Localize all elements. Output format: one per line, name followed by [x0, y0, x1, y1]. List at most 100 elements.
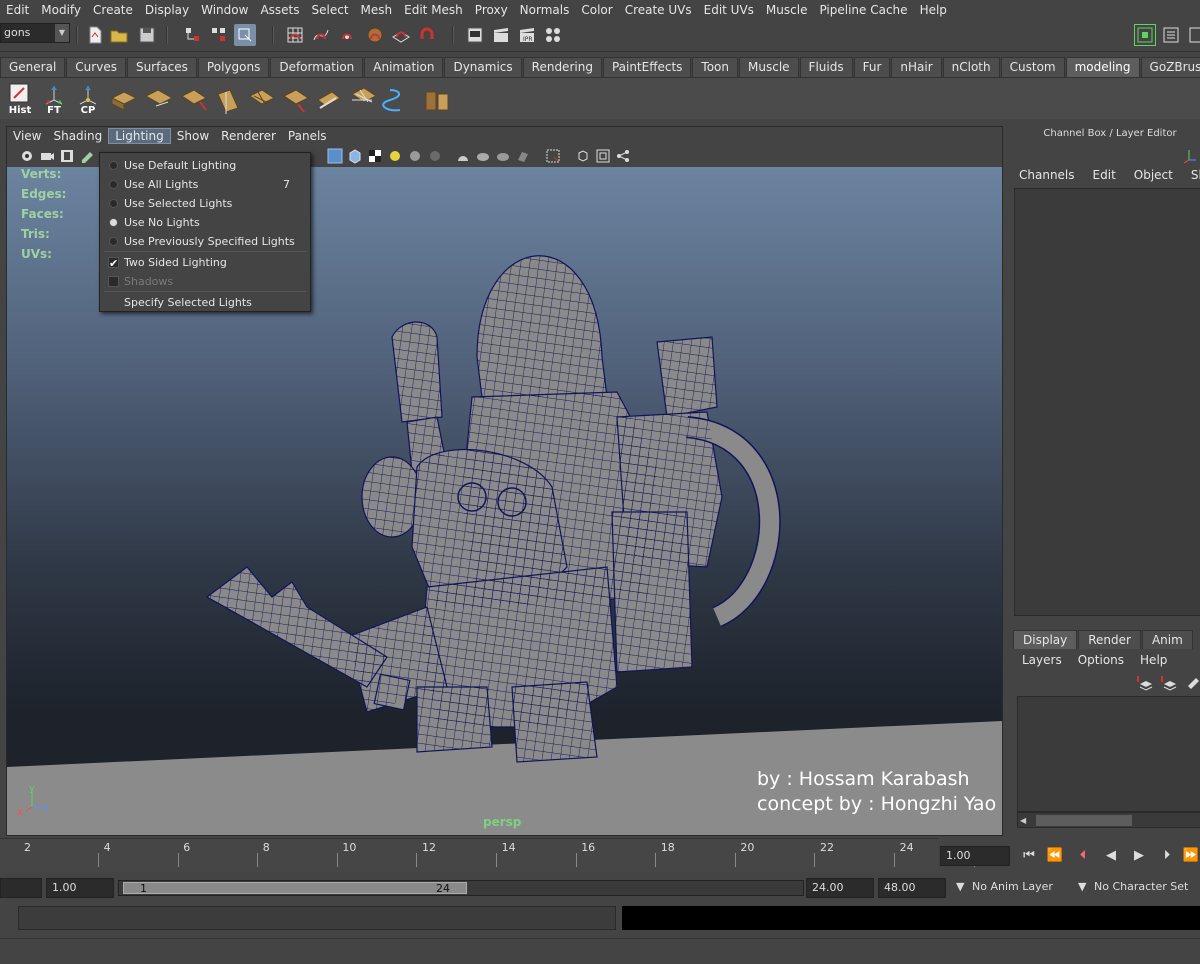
viewport-menu-view[interactable]: View [7, 129, 47, 143]
menu-window[interactable]: Window [195, 3, 254, 17]
menu-display[interactable]: Display [139, 3, 195, 17]
render-view-icon[interactable] [464, 24, 486, 46]
save-scene-icon[interactable] [136, 24, 158, 46]
menu-pipeline-cache[interactable]: Pipeline Cache [813, 3, 913, 17]
use-all-lights-icon[interactable] [387, 148, 403, 164]
layer-list-scrollbar[interactable]: ◀ [1017, 812, 1200, 828]
channel-box-area[interactable] [1014, 188, 1200, 616]
shelf-tab-surfaces[interactable]: Surfaces [126, 57, 197, 77]
playback-start-field[interactable]: 1.00 [46, 878, 114, 898]
shelf-tab-fur[interactable]: Fur [853, 57, 891, 77]
menu-modify[interactable]: Modify [35, 3, 87, 17]
layer-menu-options[interactable]: Options [1070, 653, 1132, 667]
textured-icon[interactable] [367, 148, 383, 164]
shelf-tab-general[interactable]: General [0, 57, 66, 77]
menu-edit[interactable]: Edit [0, 3, 35, 17]
shelf-tab-curves[interactable]: Curves [66, 57, 126, 77]
menu-mesh[interactable]: Mesh [355, 3, 399, 17]
shelf-tab-polygons[interactable]: Polygons [197, 57, 270, 77]
xray-components-icon[interactable] [515, 148, 531, 164]
freeze-transform-button[interactable]: FT [38, 82, 70, 116]
shadows-icon[interactable] [407, 148, 423, 164]
sidebar-toggle-icon[interactable] [1134, 24, 1156, 46]
shelf-tab-nhair[interactable]: nHair [891, 57, 942, 77]
isolate-select-icon[interactable] [455, 148, 471, 164]
select-component-icon[interactable] [234, 24, 256, 46]
shelf-tab-modeling[interactable]: modeling [1065, 57, 1140, 77]
resolution-gate-icon[interactable] [575, 148, 591, 164]
wireframe-on-shaded-icon[interactable] [347, 148, 363, 164]
modeling-tools-icons[interactable] [108, 84, 458, 116]
layer-menu-help[interactable]: Help [1132, 653, 1175, 667]
step-forward-key-icon[interactable]: ⏩ [1180, 848, 1200, 866]
layer-tab-anim[interactable]: Anim [1141, 630, 1193, 649]
layer-menu-layers[interactable]: Layers [1014, 653, 1070, 667]
shelf-tab-rendering[interactable]: Rendering [522, 57, 602, 77]
high-quality-icon[interactable] [427, 148, 443, 164]
channel-box-toggle-icon[interactable] [1160, 24, 1182, 46]
shelf-tab-deformation[interactable]: Deformation [270, 57, 364, 77]
menu-create[interactable]: Create [87, 3, 139, 17]
menu-item-specify-selected-lights[interactable]: Specify Selected Lights [100, 293, 310, 312]
open-scene-icon[interactable] [108, 24, 130, 46]
layer-list[interactable] [1017, 696, 1200, 812]
snap-view-plane-icon[interactable] [364, 24, 386, 46]
image-plane-icon[interactable] [59, 148, 75, 164]
snap-curve-icon[interactable] [310, 24, 332, 46]
menu-edit-uvs[interactable]: Edit UVs [698, 3, 760, 17]
render-settings-icon[interactable] [542, 24, 564, 46]
shelf-tab-custom[interactable]: Custom [1000, 57, 1065, 77]
shelf-tab-fluids[interactable]: Fluids [799, 57, 853, 77]
tool-settings-toggle-icon[interactable] [1186, 24, 1200, 46]
menu-select[interactable]: Select [306, 3, 355, 17]
chevron-down-icon[interactable]: ▼ [952, 878, 966, 898]
menu-item-use-selected-lights[interactable]: Use Selected Lights [100, 194, 310, 213]
layer-buttons[interactable] [1136, 674, 1200, 692]
shelf-tab-toon[interactable]: Toon [692, 57, 739, 77]
range-slider-handle[interactable]: 1 24 [123, 882, 467, 895]
camera-attributes-icon[interactable] [39, 148, 55, 164]
history-toggle-button[interactable]: Hist [4, 82, 36, 116]
snap-grid-icon[interactable] [284, 24, 306, 46]
current-frame-field[interactable]: 1.00 [940, 846, 1010, 866]
menu-edit-mesh[interactable]: Edit Mesh [398, 3, 469, 17]
channel-box-menu-object[interactable]: Object [1125, 168, 1182, 182]
layer-tab-render[interactable]: Render [1078, 630, 1141, 649]
menu-item-use-all-lights[interactable]: Use All Lights 7 [100, 175, 310, 194]
viewport-menu-lighting[interactable]: Lighting [108, 128, 171, 144]
scrollbar-thumb[interactable] [1036, 815, 1132, 826]
make-live-icon[interactable] [390, 24, 412, 46]
scroll-left-icon[interactable]: ◀ [1020, 816, 1026, 825]
menu-proxy[interactable]: Proxy [469, 3, 514, 17]
viewport-menu-renderer[interactable]: Renderer [215, 129, 282, 143]
viewport-menu-show[interactable]: Show [171, 129, 215, 143]
anim-layer-selector[interactable]: No Anim Layer [968, 878, 1070, 898]
bookmark-icon[interactable] [79, 148, 95, 164]
menu-normals[interactable]: Normals [514, 3, 576, 17]
time-slider[interactable]: 2 4 6 8 10 12 14 16 18 20 22 24 [0, 838, 975, 872]
field-chart-icon[interactable] [615, 148, 631, 164]
select-object-icon[interactable] [208, 24, 230, 46]
channel-box-menu-show[interactable]: Show [1182, 168, 1200, 182]
menu-item-two-sided-lighting[interactable]: Two Sided Lighting [100, 253, 310, 273]
menu-muscle[interactable]: Muscle [760, 3, 814, 17]
menu-create-uvs[interactable]: Create UVs [619, 3, 698, 17]
step-back-key-icon[interactable]: ⏪ [1044, 848, 1066, 866]
select-hierarchy-icon[interactable] [182, 24, 204, 46]
viewport-menu-shading[interactable]: Shading [47, 129, 108, 143]
chevron-down-icon[interactable]: ▼ [1074, 878, 1088, 898]
step-forward-frame-icon[interactable]: ⏵ [1156, 848, 1178, 866]
range-slider[interactable]: 1 24 [118, 880, 804, 896]
menu-color[interactable]: Color [575, 3, 618, 17]
layer-tab-display[interactable]: Display [1013, 630, 1078, 649]
character-set-selector[interactable]: No Character Set [1090, 878, 1196, 898]
xray-icon[interactable] [475, 148, 491, 164]
grid-icon[interactable] [545, 148, 561, 164]
channel-box-menu-channels[interactable]: Channels [1010, 168, 1084, 182]
play-forwards-icon[interactable]: ▶ [1128, 848, 1150, 866]
animation-start-field[interactable] [0, 878, 42, 898]
shelf-tab-ncloth[interactable]: nCloth [942, 57, 1000, 77]
step-back-frame-icon[interactable]: ⏴ [1072, 848, 1094, 866]
smooth-shade-icon[interactable] [327, 148, 343, 164]
shelf-tab-muscle[interactable]: Muscle [739, 57, 799, 77]
